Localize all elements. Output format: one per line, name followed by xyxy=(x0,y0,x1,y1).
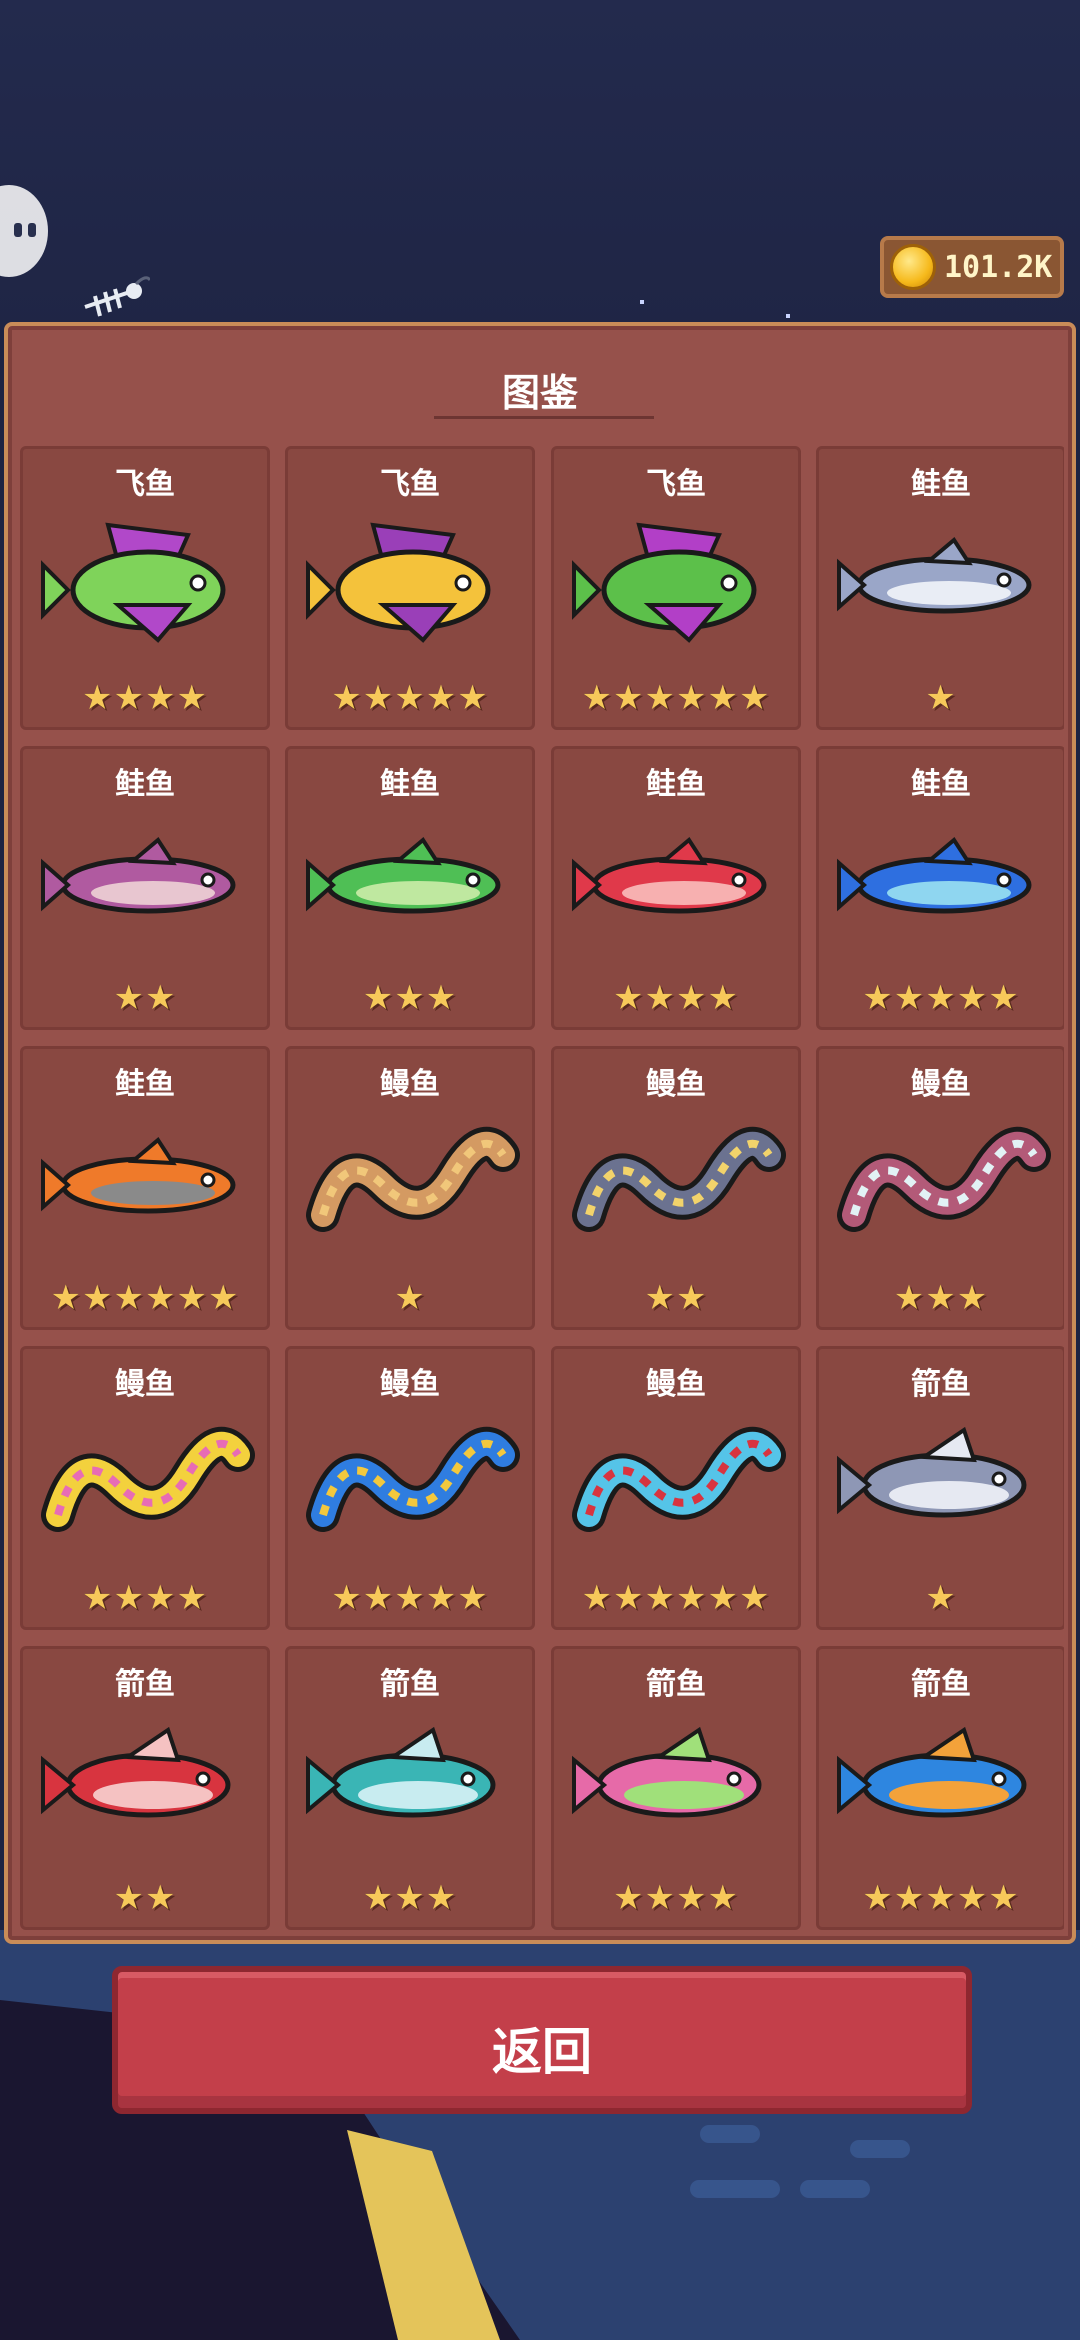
fish-sprite-icon xyxy=(41,1137,236,1214)
fish-sprite-icon xyxy=(572,522,757,643)
star-decoration xyxy=(640,300,644,304)
coin-counter: 101.2K xyxy=(880,236,1064,298)
fish-sprite-icon xyxy=(306,1126,520,1232)
fish-shadow xyxy=(800,2180,870,2198)
rarity-stars: ★★★★★ xyxy=(862,978,1020,1018)
fish-sprite-icon xyxy=(41,837,236,914)
fish-card[interactable]: 飞鱼 ★★★★★ xyxy=(285,446,535,730)
rarity-stars: ★★ xyxy=(113,978,177,1018)
fish-sprite-icon xyxy=(306,1426,520,1532)
fish-collection-grid[interactable]: 飞鱼 ★★★★ 飞鱼 ★★★★★ 飞鱼 ★★★★★★ 鲑鱼 ★ 鲑鱼 ★★ 鲑鱼 ★★★ 鲑鱼 ★★★★ 鲑… xyxy=(20,446,1064,1936)
return-button[interactable]: 返回 xyxy=(112,1966,972,2114)
fish-sprite-icon xyxy=(41,1726,231,1818)
fish-name: 鲑鱼 xyxy=(115,767,175,802)
rarity-stars: ★★★★ xyxy=(613,978,739,1018)
rarity-stars: ★★★★★ xyxy=(862,1878,1020,1918)
fish-name: 飞鱼 xyxy=(646,467,706,502)
fish-name: 箭鱼 xyxy=(911,1667,971,1702)
fish-name: 鲑鱼 xyxy=(380,767,440,802)
fish-name: 箭鱼 xyxy=(115,1667,175,1702)
rarity-stars: ★★★★★ xyxy=(331,1578,489,1618)
rarity-stars: ★★★★ xyxy=(613,1878,739,1918)
fish-sprite-icon xyxy=(306,1726,496,1818)
fish-name: 鲑鱼 xyxy=(115,1067,175,1102)
rarity-stars: ★★★★ xyxy=(82,1578,208,1618)
fish-card[interactable]: 鳗鱼 ★ xyxy=(285,1046,535,1330)
rarity-stars: ★★ xyxy=(113,1878,177,1918)
rarity-stars: ★ xyxy=(925,1578,957,1618)
rarity-stars: ★★★ xyxy=(362,1878,458,1918)
fish-card[interactable]: 鲑鱼 ★★★★ xyxy=(551,746,801,1030)
rarity-stars: ★ xyxy=(394,1278,426,1318)
fish-name: 鳗鱼 xyxy=(911,1067,971,1102)
return-button-label: 返回 xyxy=(492,2023,592,2081)
coin-amount: 101.2K xyxy=(944,249,1053,285)
fish-card[interactable]: 飞鱼 ★★★★ xyxy=(20,446,270,730)
fish-name: 鲑鱼 xyxy=(911,467,971,502)
collection-panel: 图鉴 飞鱼 ★★★★ 飞鱼 ★★★★★ 飞鱼 ★★★★★★ 鲑鱼 ★ 鲑鱼 ★★ 鲑鱼 ★★★ 鲑鱼 ★★… xyxy=(4,322,1076,1944)
fish-card[interactable]: 箭鱼 ★★★ xyxy=(285,1646,535,1930)
fish-bone-icon xyxy=(84,276,150,317)
fish-sprite-icon xyxy=(572,1126,786,1232)
fish-shadow xyxy=(850,2140,910,2158)
fish-shadow xyxy=(700,2125,760,2143)
fish-card[interactable]: 箭鱼 ★★★★★ xyxy=(816,1646,1064,1930)
rarity-stars: ★★★★★★ xyxy=(581,1578,771,1618)
fish-card[interactable]: 鳗鱼 ★★★★★★ xyxy=(551,1346,801,1630)
fish-shadow xyxy=(690,2180,780,2198)
fish-sprite-icon xyxy=(41,1426,255,1532)
fish-name: 鳗鱼 xyxy=(646,1067,706,1102)
fish-sprite-icon xyxy=(837,1726,1027,1818)
rarity-stars: ★★★★ xyxy=(82,678,208,718)
fish-name: 鳗鱼 xyxy=(380,1067,440,1102)
panel-title: 图鉴 xyxy=(501,371,578,415)
fish-name: 鲑鱼 xyxy=(646,767,706,802)
rarity-stars: ★★★ xyxy=(893,1278,989,1318)
fish-name: 鳗鱼 xyxy=(646,1367,706,1402)
fish-card[interactable]: 鳗鱼 ★★★★ xyxy=(20,1346,270,1630)
rarity-stars: ★★★★★★ xyxy=(581,678,771,718)
star-decoration xyxy=(786,314,790,318)
fish-card[interactable]: 鲑鱼 ★★★★★★ xyxy=(20,1046,270,1330)
fish-name: 飞鱼 xyxy=(380,467,440,502)
fish-name: 飞鱼 xyxy=(115,467,175,502)
rarity-stars: ★★ xyxy=(644,1278,708,1318)
fish-name: 鲑鱼 xyxy=(911,767,971,802)
fish-card[interactable]: 鳗鱼 ★★ xyxy=(551,1046,801,1330)
fish-card[interactable]: 鳗鱼 ★★★★★ xyxy=(285,1346,535,1630)
fish-sprite-icon xyxy=(837,1426,1027,1518)
fish-sprite-icon xyxy=(837,1126,1051,1232)
fish-card[interactable]: 箭鱼 ★ xyxy=(816,1346,1064,1630)
fish-sprite-icon xyxy=(306,837,501,914)
rarity-stars: ★★★ xyxy=(362,978,458,1018)
fish-sprite-icon xyxy=(572,1726,762,1818)
rarity-stars: ★ xyxy=(925,678,957,718)
fish-card[interactable]: 鲑鱼 ★★★ xyxy=(285,746,535,1030)
fish-sprite-icon xyxy=(572,837,767,914)
fish-card[interactable]: 箭鱼 ★★★★ xyxy=(551,1646,801,1930)
rarity-stars: ★★★★★ xyxy=(331,678,489,718)
fish-name: 鳗鱼 xyxy=(380,1367,440,1402)
fish-card[interactable]: 鲑鱼 ★★★★★ xyxy=(816,746,1064,1030)
fish-card[interactable]: 鳗鱼 ★★★ xyxy=(816,1046,1064,1330)
fish-sprite-icon xyxy=(306,522,491,643)
title-divider xyxy=(434,416,654,419)
fish-card[interactable]: 箭鱼 ★★ xyxy=(20,1646,270,1930)
fish-card[interactable]: 飞鱼 ★★★★★★ xyxy=(551,446,801,730)
fish-card[interactable]: 鲑鱼 ★★ xyxy=(20,746,270,1030)
fish-name: 箭鱼 xyxy=(646,1667,706,1702)
fish-name: 箭鱼 xyxy=(911,1367,971,1402)
fish-name: 箭鱼 xyxy=(380,1667,440,1702)
fish-sprite-icon xyxy=(572,1426,786,1532)
rarity-stars: ★★★★★★ xyxy=(50,1278,240,1318)
fish-card[interactable]: 鲑鱼 ★ xyxy=(816,446,1064,730)
fish-sprite-icon xyxy=(837,537,1032,614)
gold-coin-icon xyxy=(890,244,936,290)
fish-name: 鳗鱼 xyxy=(115,1367,175,1402)
fish-sprite-icon xyxy=(41,522,226,643)
fish-sprite-icon xyxy=(837,837,1032,914)
